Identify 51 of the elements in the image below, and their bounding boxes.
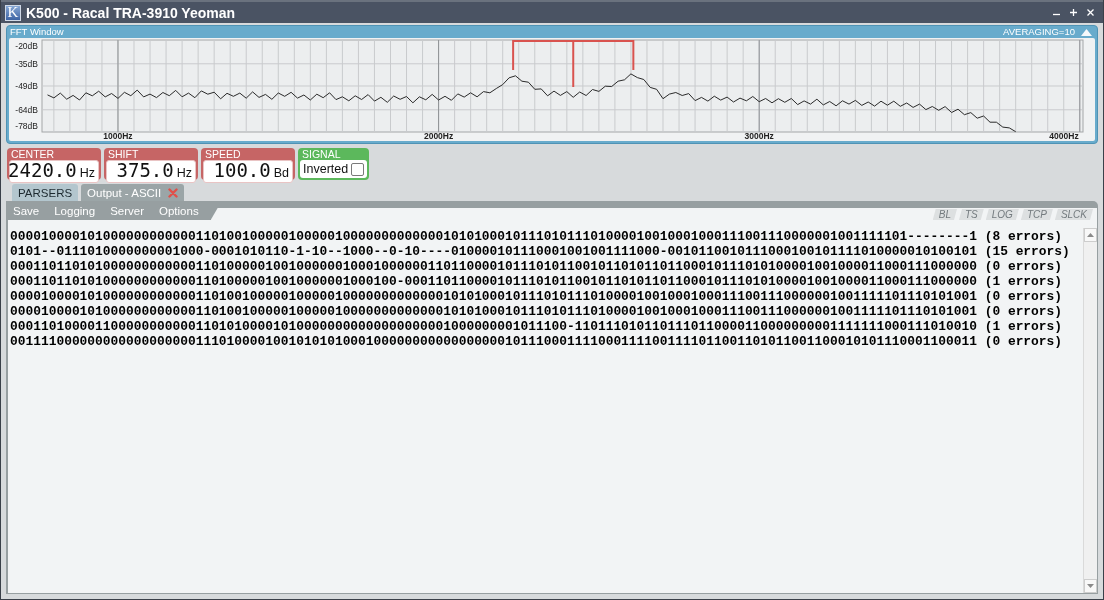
value-field[interactable]: 2420.0 Hz (9, 160, 99, 183)
value-field[interactable]: 100.0 Bd (203, 160, 293, 183)
unit-label: Bd (273, 165, 289, 182)
app-logo: K (5, 4, 21, 21)
axis-label: -78dB (15, 121, 38, 131)
status-flag[interactable]: TCP (1020, 209, 1053, 220)
parameter-label: SPEED (204, 149, 242, 160)
output-line: 00011011010100000000000011010000010010000001000100-00011011000010111010110010110101101100010111010100001001000011000111000000 (1 errors) (10, 274, 1063, 289)
parameter-label: SHIFT (107, 149, 140, 160)
output-line: 0101--0111010000000001000-0001010110-1-10--1000--0-10----010000101110001001001111000-0010110010111000100101111010000010100101 (15 errors) (10, 244, 1070, 259)
output-line: 00111100000000000000000011101000010010101010001000000000000000001011100011110001111001111011001101011001100010101110001100011 (0 errors) (10, 334, 1063, 349)
output-line: 00001000010100000000000011010010000010000010000000000000101010001011101011101000010010001000111001110000001001111101110101001 (0 errors) (10, 289, 1063, 304)
axis-label: 3000Hz (744, 131, 774, 141)
status-flag[interactable]: LOG (985, 209, 1019, 220)
scrollbar[interactable] (1083, 228, 1097, 593)
unit-label: Hz (79, 165, 95, 182)
scroll-down-button[interactable] (1084, 579, 1097, 593)
parameter-label: CENTER (10, 149, 56, 160)
caret-up-icon (1087, 233, 1094, 237)
status-flag[interactable]: TS (958, 209, 984, 220)
axis-label: 4000Hz (1049, 131, 1079, 141)
value-field[interactable]: 375.0 Hz (106, 160, 196, 183)
unit-label: Hz (176, 165, 192, 182)
output-line: 00011011010100000000000011010000010010000001000100000011011000010111010110010110101101100010111010100001001000011000111000000 (0 errors) (10, 259, 1063, 274)
axis-label: -35dB (15, 58, 38, 69)
tab[interactable]: PARSERS (12, 184, 79, 201)
scroll-up-button[interactable] (1084, 228, 1097, 242)
checkbox-label: Inverted (303, 162, 349, 176)
tab[interactable]: Output - ASCII (81, 184, 185, 201)
output-line: 00001000010100000000000011010010000010000010000000000000101010001011101011101000010010001000111001110000001001111101110101001 (0 errors) (10, 304, 1063, 319)
maximize-icon[interactable] (1070, 9, 1077, 16)
output-line: 000110100001100000000000110101000010100000000000000000001000000001011100-1101110101101110110000110000000001111111000111010010 (1 errors) (10, 319, 1063, 334)
panel-title: FFT Window (10, 26, 64, 38)
status-flag[interactable]: BL (932, 209, 957, 220)
axis-label: -20dB (15, 41, 38, 51)
averaging-label: AVERAGING=10 (1003, 26, 1075, 38)
axis-label: -49dB (15, 81, 38, 91)
triangle-up-icon[interactable] (1081, 28, 1092, 36)
menu-item[interactable]: Server (110, 204, 145, 217)
parameter-label: SIGNAL (301, 149, 342, 160)
menu-item[interactable]: Save (13, 204, 40, 217)
status-flag[interactable]: SLCK (1054, 209, 1093, 220)
menu-item[interactable]: Logging (54, 204, 96, 217)
checkbox[interactable] (351, 162, 365, 176)
output-line: 00001000010100000000000011010010000010000010000000000000101010001011101011101000010010001000111001110000001001111101--------1 (8 errors) (10, 229, 1063, 244)
caret-down-icon (1087, 584, 1094, 588)
window-title: K500 - Racal TRA-3910 Yeoman (26, 4, 236, 21)
axis-label: 1000Hz (103, 131, 133, 141)
axis-label: -64dB (15, 104, 38, 115)
menu-item[interactable]: Options (159, 204, 199, 217)
axis-label: 2000Hz (423, 131, 454, 141)
